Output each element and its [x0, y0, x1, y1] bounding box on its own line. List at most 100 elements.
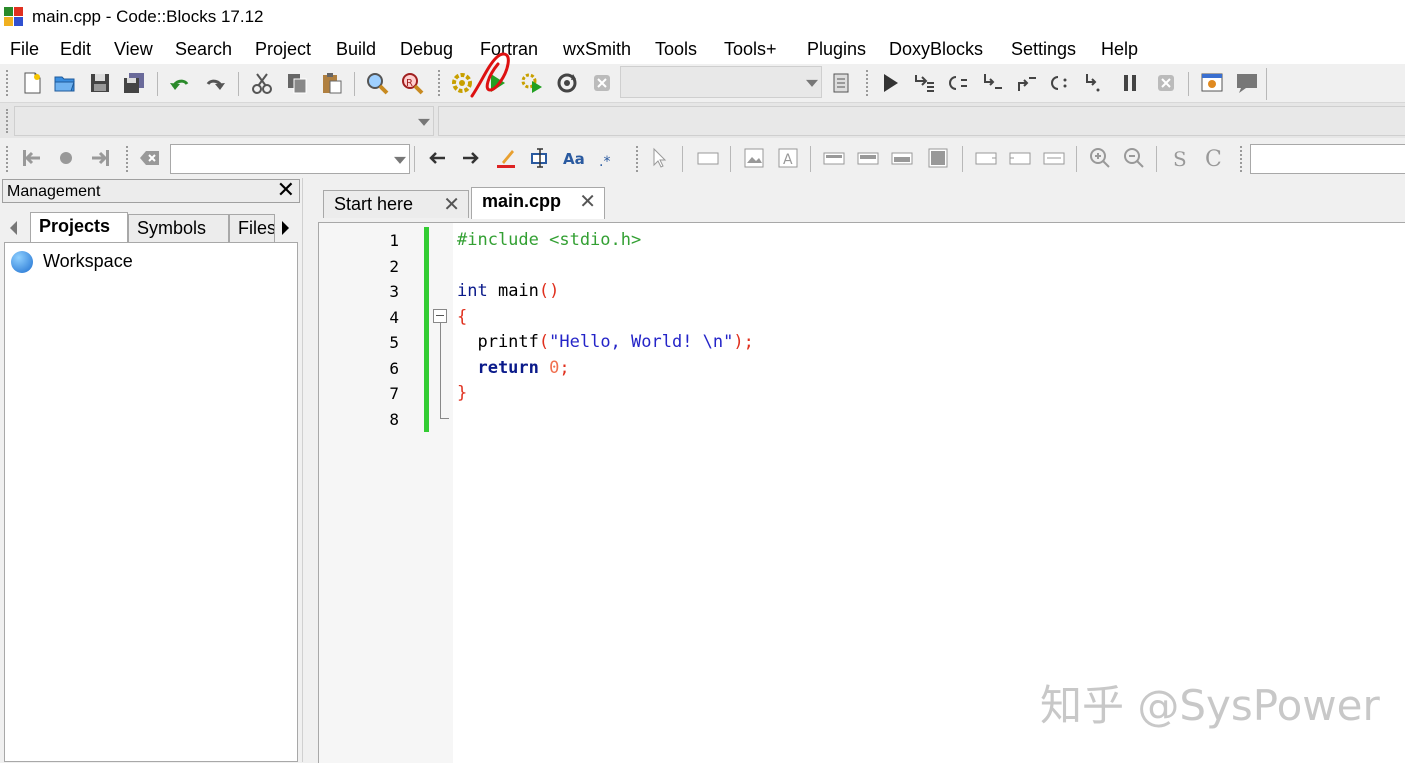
build-gear-icon[interactable] [450, 71, 474, 95]
toolbar-grip[interactable] [6, 109, 12, 133]
toggle-bookmark-icon[interactable] [54, 146, 78, 170]
tab-main-cpp[interactable]: main.cpp ✕ [471, 187, 605, 219]
watermark: 知乎 @SysPower [1040, 681, 1380, 730]
menu-search[interactable]: Search [175, 39, 232, 60]
svg-text:S: S [1173, 147, 1187, 170]
next-line-icon[interactable] [946, 71, 970, 95]
match-case-icon[interactable]: Aa [562, 146, 586, 170]
function-dropdown[interactable] [438, 106, 1405, 136]
wx-sizer-full-icon[interactable] [926, 146, 950, 170]
menu-tools-plus[interactable]: Tools+ [724, 39, 777, 60]
selected-text-only-icon[interactable] [528, 146, 552, 170]
wx-frame-icon[interactable] [696, 146, 720, 170]
menu-project[interactable]: Project [255, 39, 311, 60]
regex-icon[interactable]: .* [596, 146, 620, 170]
zoom-in-icon[interactable] [1088, 146, 1112, 170]
zoom-out-icon[interactable] [1122, 146, 1146, 170]
toolbar-grip[interactable] [6, 70, 12, 96]
debugging-windows-icon[interactable] [1200, 71, 1224, 95]
menu-plugins[interactable]: Plugins [807, 39, 866, 60]
build-options-icon[interactable] [830, 71, 854, 95]
fold-collapse-icon[interactable] [433, 309, 447, 323]
bracket-token: } [457, 383, 468, 403]
run-to-cursor-icon[interactable] [912, 71, 936, 95]
tab-scroll-right-icon[interactable] [282, 221, 289, 235]
various-info-icon[interactable] [1235, 71, 1259, 95]
find-previous-icon[interactable] [424, 146, 448, 170]
wx-sizer-middle-icon[interactable] [856, 146, 880, 170]
find-icon[interactable] [365, 71, 389, 95]
menu-help[interactable]: Help [1101, 39, 1138, 60]
toolbar-grip[interactable] [866, 70, 872, 96]
wx-dialog-icon[interactable] [742, 146, 766, 170]
toolbar-grip[interactable] [6, 146, 12, 172]
tab-symbols[interactable]: Symbols [128, 214, 229, 242]
abort-icon[interactable] [590, 71, 614, 95]
management-close-icon[interactable]: ✕ [277, 178, 295, 203]
open-folder-icon[interactable] [53, 71, 77, 95]
toolbar-grip[interactable] [636, 146, 642, 172]
next-instruction-icon[interactable] [1048, 71, 1072, 95]
wx-expand-icon[interactable] [1042, 146, 1066, 170]
menu-doxyblocks[interactable]: DoxyBlocks [889, 39, 983, 60]
wx-sizer-bottom-icon[interactable] [890, 146, 914, 170]
new-file-icon[interactable] [20, 71, 44, 95]
scope-dropdown[interactable] [14, 106, 434, 136]
find-next-icon[interactable] [460, 146, 484, 170]
pause-icon[interactable] [1118, 71, 1142, 95]
clear-search-icon[interactable] [138, 146, 162, 170]
menu-fortran[interactable]: Fortran [480, 39, 538, 60]
code-line-3: int main() [457, 281, 559, 301]
management-tabs: Projects Symbols Files [2, 212, 298, 243]
wx-border-icon[interactable] [974, 146, 998, 170]
save-all-icon[interactable] [122, 71, 146, 95]
bracket-token: { [457, 307, 468, 327]
cut-icon[interactable] [250, 71, 274, 95]
wx-sizer-top-icon[interactable] [822, 146, 846, 170]
menu-tools[interactable]: Tools [655, 39, 697, 60]
menu-build[interactable]: Build [336, 39, 376, 60]
close-tab-icon[interactable]: ✕ [579, 189, 596, 214]
tab-files[interactable]: Files [229, 214, 275, 242]
tab-start-here[interactable]: Start here ✕ [323, 190, 469, 218]
menu-wxsmith[interactable]: wxSmith [563, 39, 631, 60]
undo-icon[interactable] [168, 71, 192, 95]
step-into-instruction-icon[interactable] [1082, 71, 1106, 95]
toolbar-grip[interactable] [438, 70, 444, 96]
save-icon[interactable] [88, 71, 112, 95]
tab-projects[interactable]: Projects [30, 212, 128, 243]
build-and-run-icon[interactable] [520, 71, 544, 95]
debug-continue-icon[interactable] [878, 71, 902, 95]
jump-back-icon[interactable] [20, 146, 44, 170]
menu-settings[interactable]: Settings [1011, 39, 1076, 60]
symbol-search-input[interactable] [1250, 144, 1405, 174]
redo-icon[interactable] [203, 71, 227, 95]
line-number: 6 [389, 359, 399, 378]
close-tab-icon[interactable]: ✕ [443, 192, 460, 217]
menu-view[interactable]: View [114, 39, 153, 60]
spacer-icon[interactable]: S [1168, 146, 1192, 171]
build-target-dropdown[interactable] [620, 66, 822, 98]
menu-debug[interactable]: Debug [400, 39, 453, 60]
menu-edit[interactable]: Edit [60, 39, 91, 60]
copy-icon[interactable] [285, 71, 309, 95]
jump-forward-icon[interactable] [88, 146, 112, 170]
menu-file[interactable]: File [10, 39, 39, 60]
step-into-icon[interactable] [980, 71, 1004, 95]
stop-debugger-icon[interactable] [1154, 71, 1178, 95]
replace-icon[interactable]: R [400, 71, 424, 95]
wx-panel-icon[interactable]: A [776, 146, 800, 170]
incremental-search-input[interactable] [170, 144, 410, 174]
toolbar-separator [354, 72, 355, 96]
rebuild-icon[interactable] [555, 71, 579, 95]
pointer-icon[interactable] [647, 146, 671, 170]
tab-scroll-left-icon[interactable] [10, 221, 17, 235]
highlight-icon[interactable] [494, 146, 518, 170]
run-play-icon[interactable] [485, 71, 509, 95]
step-out-icon[interactable] [1014, 71, 1038, 95]
wx-border-left-icon[interactable] [1008, 146, 1032, 170]
toolbar-grip[interactable] [1240, 146, 1246, 172]
custom-widget-icon[interactable]: C [1202, 146, 1226, 172]
paste-icon[interactable] [320, 71, 344, 95]
toolbar-grip[interactable] [126, 146, 132, 172]
